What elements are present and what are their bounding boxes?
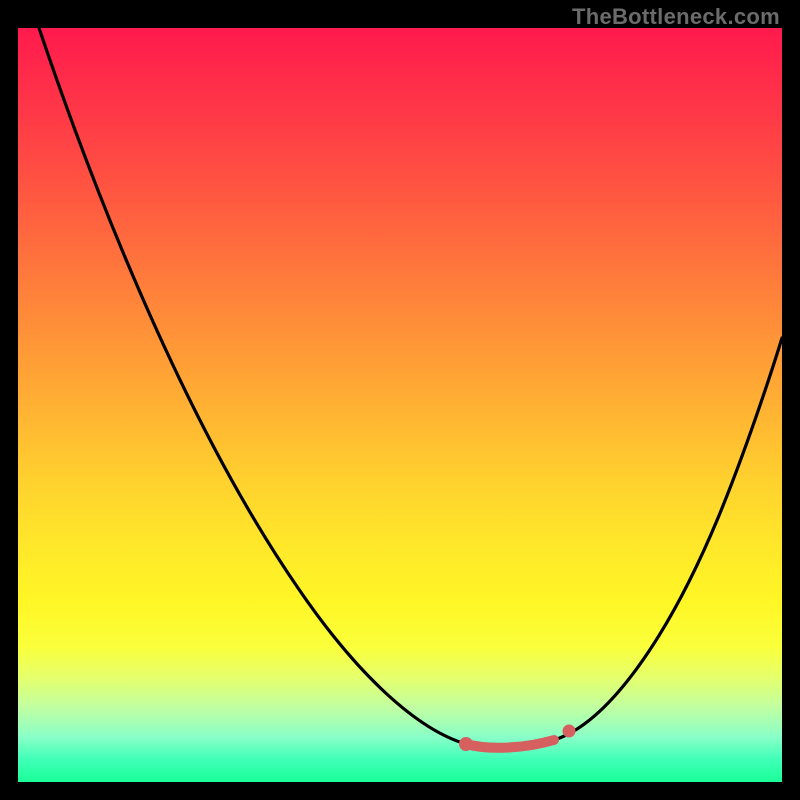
marker-left-dot [459,737,473,751]
plot-area [18,28,782,782]
watermark-text: TheBottleneck.com [572,4,780,30]
marker-right-dot [563,725,576,738]
bottleneck-curve [18,28,782,782]
flat-bottom-marker [466,740,554,748]
chart-frame: TheBottleneck.com [0,0,800,800]
curve-path [39,28,782,748]
